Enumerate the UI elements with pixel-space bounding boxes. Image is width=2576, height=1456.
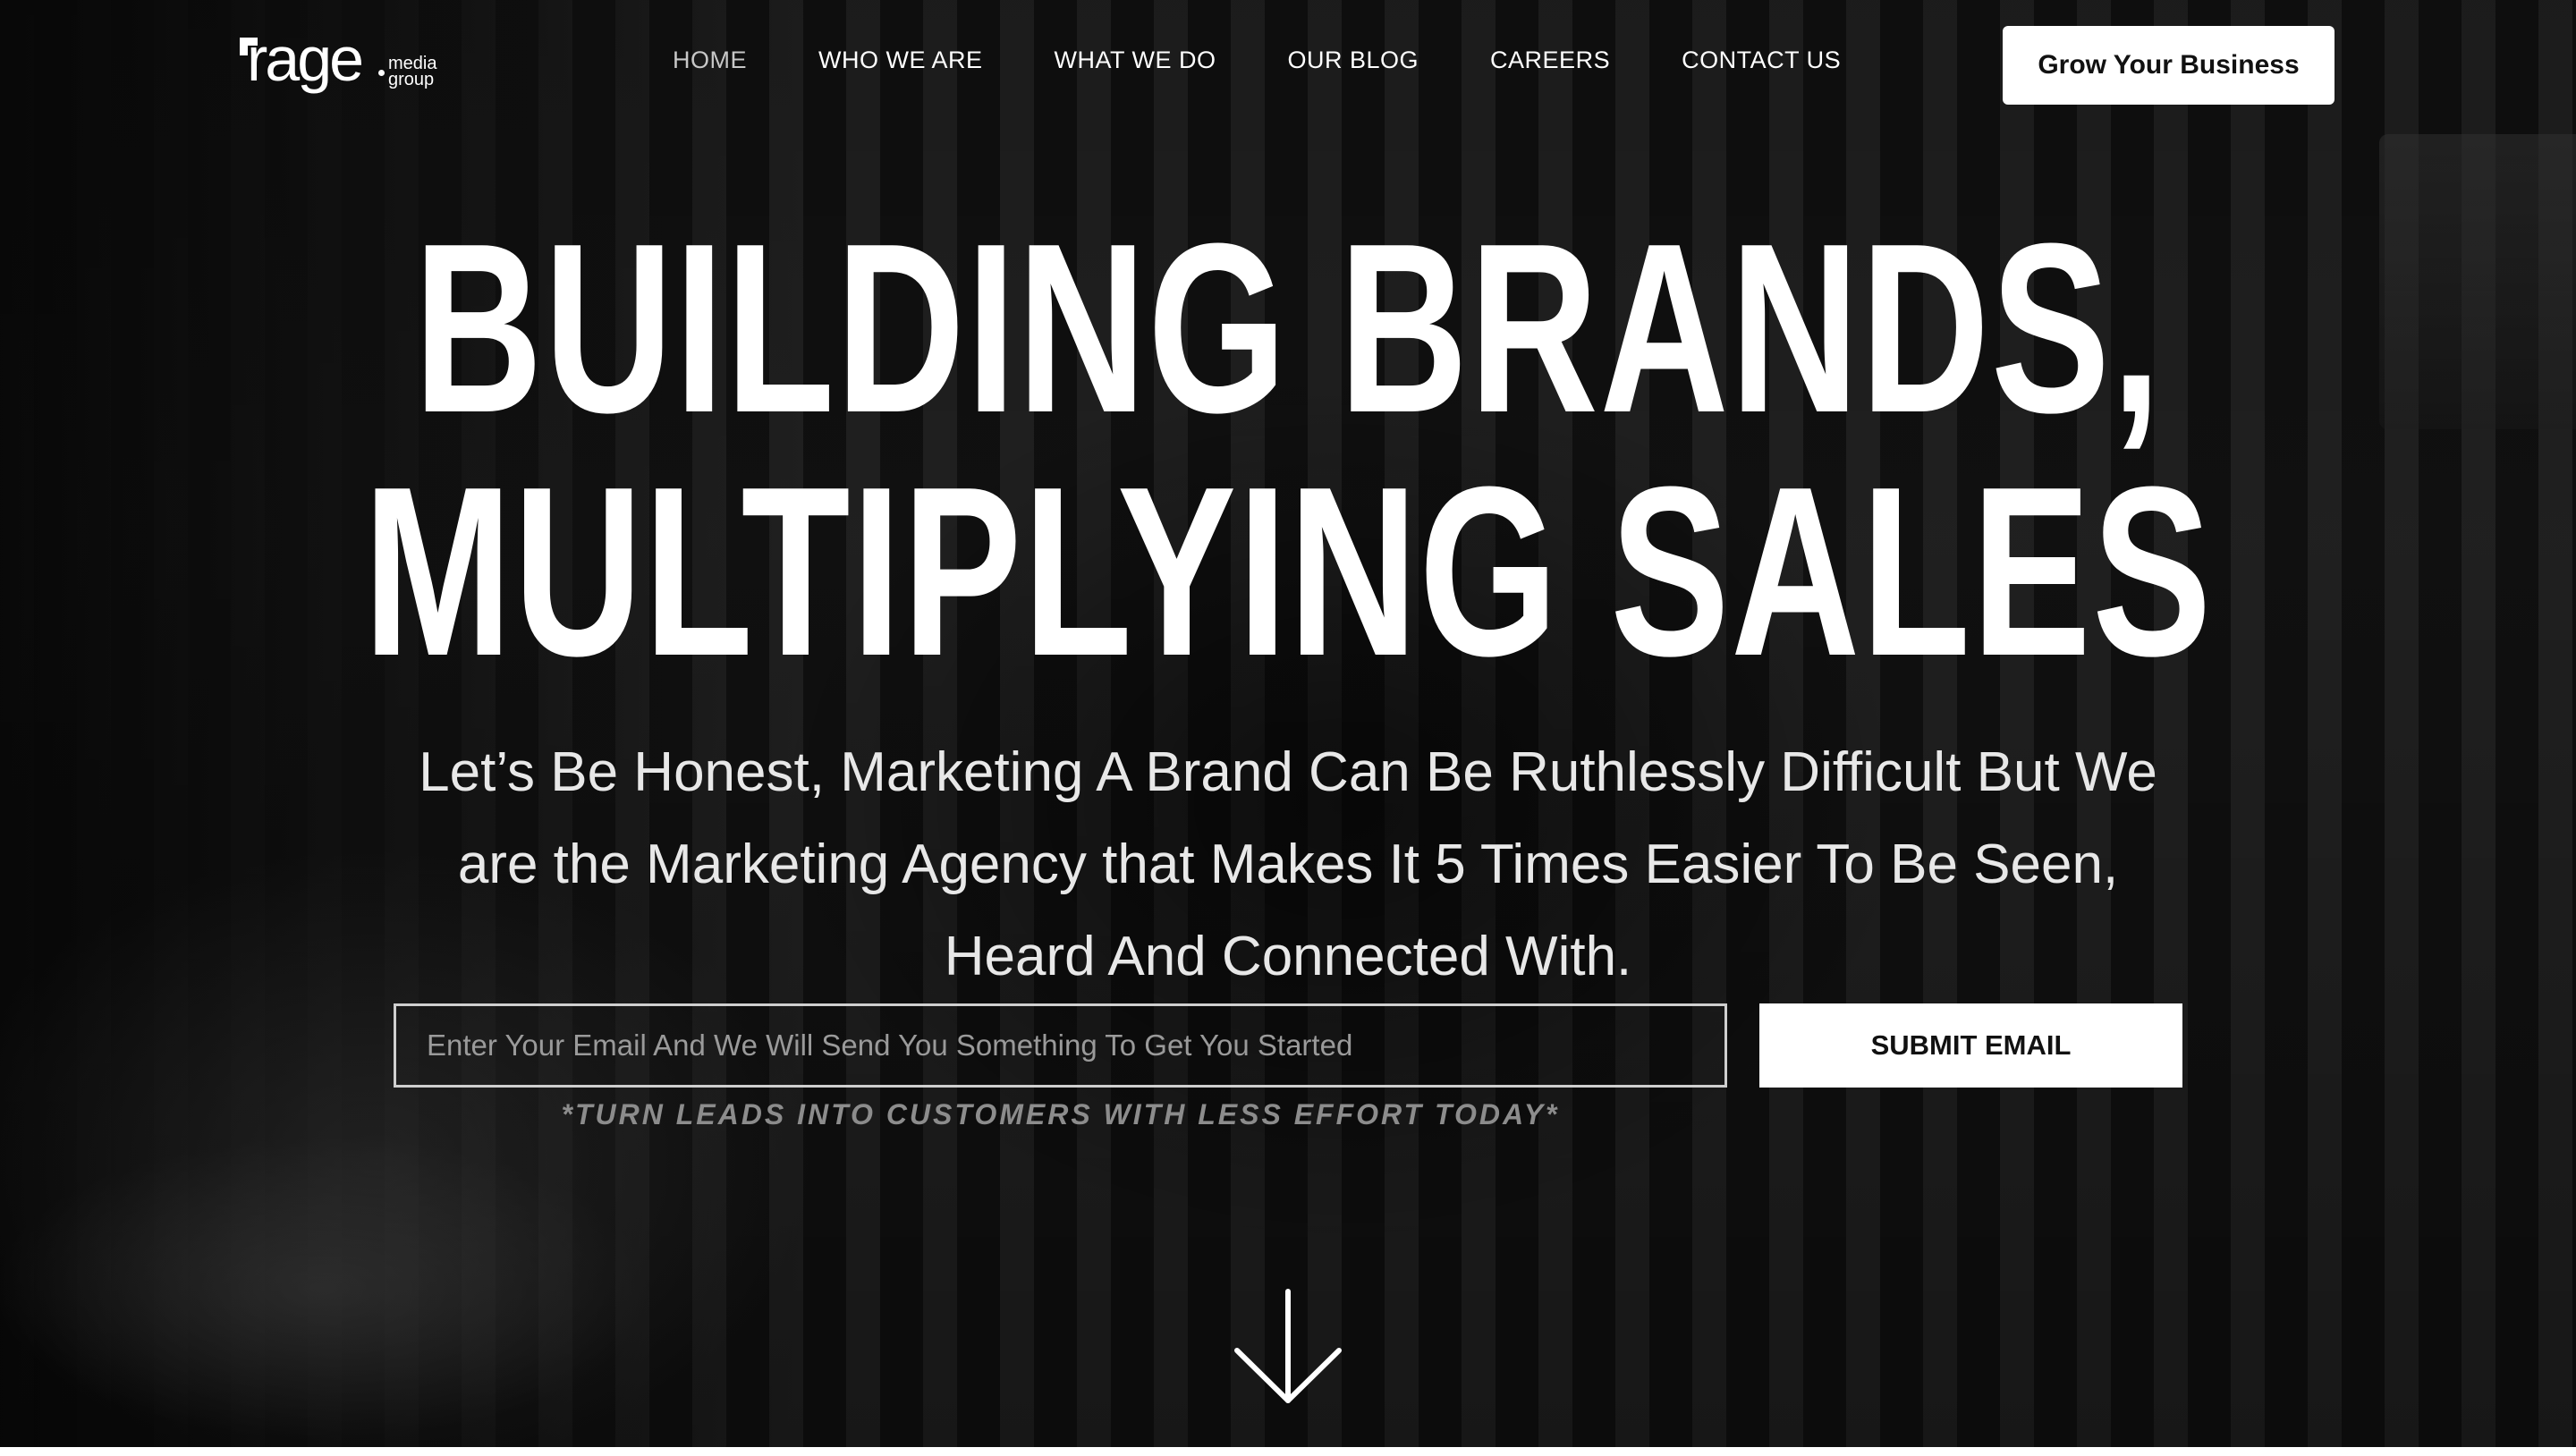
grow-your-business-button[interactable]: Grow Your Business — [2003, 26, 2334, 105]
logo-subtitle: media group — [388, 55, 451, 89]
logo-word: rage — [247, 24, 364, 94]
nav-item-who-we-are[interactable]: WHO WE ARE — [818, 47, 983, 82]
nav-item-home[interactable]: HOME — [673, 47, 747, 82]
page-bottom-divider — [0, 1447, 2576, 1456]
logo-subtitle-line: group — [388, 70, 435, 89]
nav-item-our-blog[interactable]: OUR BLOG — [1288, 47, 1419, 82]
nav-item-careers[interactable]: CAREERS — [1490, 47, 1610, 82]
main-nav: HOME WHO WE ARE WHAT WE DO OUR BLOG CARE… — [673, 47, 1841, 82]
submit-email-button[interactable]: SUBMIT EMAIL — [1759, 1003, 2182, 1088]
logo[interactable]: rage media group — [240, 24, 445, 104]
arrow-down-icon[interactable] — [1230, 1288, 1346, 1409]
email-input[interactable] — [394, 1003, 1727, 1088]
hero-headline-line: MULTIPLYING SALES — [363, 437, 2213, 707]
nav-item-what-we-do[interactable]: WHAT WE DO — [1055, 47, 1216, 82]
page: rage media group HOME WHO WE ARE WHAT WE… — [0, 0, 2576, 1456]
hero-headline: BUILDING BRANDS, MULTIPLYING SALES — [335, 207, 2241, 694]
site-header: rage media group HOME WHO WE ARE WHAT WE… — [0, 0, 2576, 134]
logo-dot — [378, 70, 385, 76]
nav-item-contact-us[interactable]: CONTACT US — [1682, 47, 1841, 82]
hero-headline-line: BUILDING BRANDS, — [413, 194, 2163, 463]
hero-subheading: Let’s Be Honest, Marketing A Brand Can B… — [419, 741, 2157, 987]
hero-tagline: *TURN LEADS INTO CUSTOMERS WITH LESS EFF… — [561, 1098, 1560, 1130]
